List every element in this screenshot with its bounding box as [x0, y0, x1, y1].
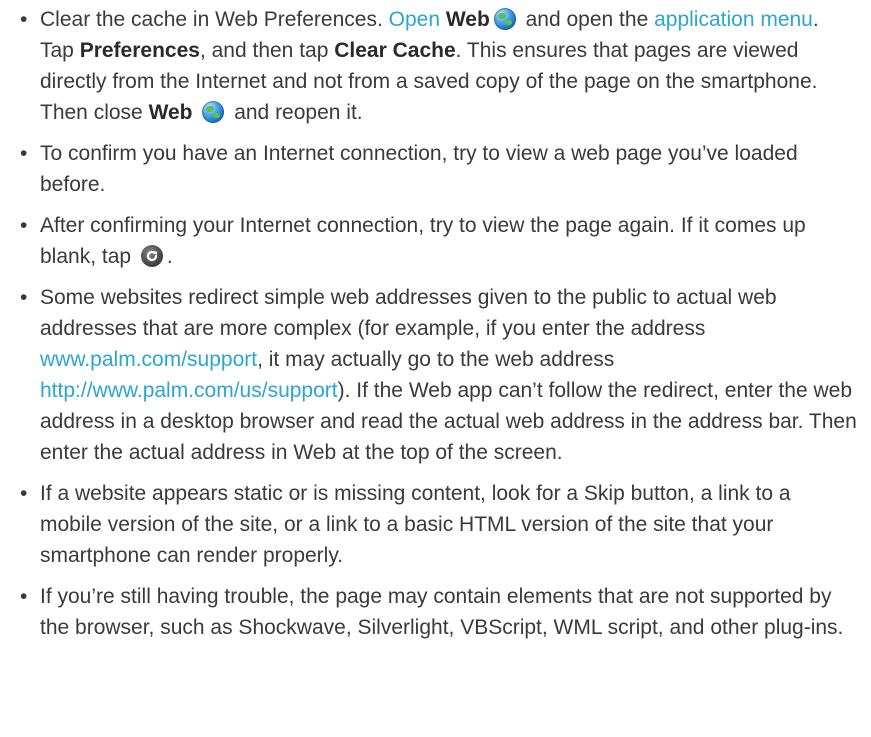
text-segment: Clear the cache in Web Preferences.: [40, 8, 389, 31]
list-item-static-site: • If a website appears static or is miss…: [0, 478, 871, 571]
preferences-label: Preferences: [79, 39, 200, 62]
bullet: •: [20, 585, 28, 608]
bullet: •: [20, 142, 28, 165]
palm-support-link[interactable]: www.palm.com/support: [40, 348, 257, 371]
bullet: •: [20, 214, 28, 237]
bullet: •: [20, 482, 28, 505]
web-globe-icon: [493, 8, 516, 30]
web-app-name: Web: [148, 101, 193, 124]
open-link[interactable]: Open: [389, 8, 440, 31]
list-item-view-again: • After confirming your Internet connect…: [0, 210, 871, 272]
list-item-redirects: • Some websites redirect simple web addr…: [0, 282, 871, 468]
text-segment: and reopen it.: [228, 101, 363, 124]
text-segment: and open the: [519, 8, 655, 31]
item-text: If you’re still having trouble, the page…: [40, 585, 844, 639]
list-item-still-trouble: • If you’re still having trouble, the pa…: [0, 581, 871, 643]
list-item-confirm-connection: • To confirm you have an Internet connec…: [0, 138, 871, 200]
palm-us-support-link[interactable]: http://www.palm.com/us/support: [40, 379, 338, 402]
item-text-end: .: [166, 245, 173, 268]
clear-cache-label: Clear Cache: [334, 39, 456, 62]
application-menu-link[interactable]: application menu: [654, 8, 813, 31]
list-item-clear-cache: • Clear the cache in Web Preferences. Op…: [0, 4, 871, 128]
text-segment: , it may actually go to the web address: [257, 348, 615, 371]
bullet: •: [20, 286, 28, 309]
web-globe-icon: [202, 101, 225, 123]
text-segment: , and then tap: [199, 39, 335, 62]
document-page: • Clear the cache in Web Preferences. Op…: [0, 0, 871, 737]
web-app-name: Web: [445, 8, 490, 31]
item-text: If a website appears static or is missin…: [40, 482, 791, 567]
troubleshooting-list: • Clear the cache in Web Preferences. Op…: [0, 4, 871, 643]
reload-icon: [140, 245, 163, 267]
bullet: •: [20, 8, 28, 31]
text-segment: Some websites redirect simple web addres…: [40, 286, 777, 340]
item-text: To confirm you have an Internet connecti…: [40, 142, 798, 196]
